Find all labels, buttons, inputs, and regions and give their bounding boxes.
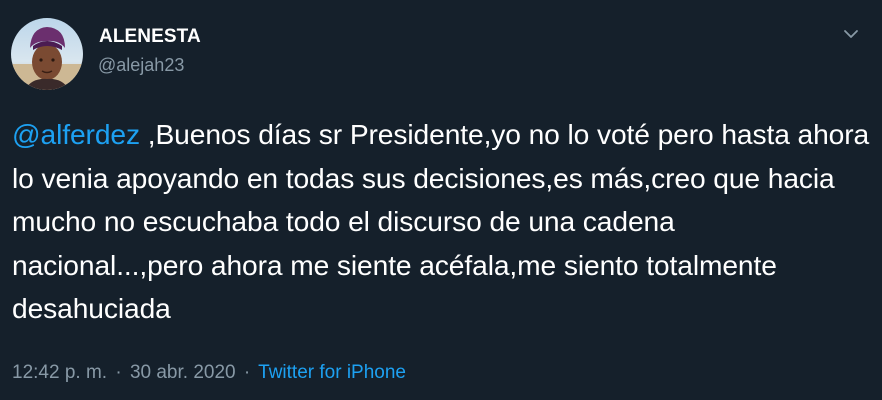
source-link[interactable]: Twitter for iPhone [258, 362, 406, 383]
tweet-meta: 12:42 p. m. · 30 abr. 2020 · Twitter for… [12, 362, 406, 384]
meta-separator: · [115, 362, 122, 383]
display-name[interactable]: ALENESTA [99, 26, 201, 48]
tweet-text: @alferdez ,Buenos días sr Presidente,yo … [12, 113, 872, 331]
tweet-time[interactable]: 12:42 p. m. [12, 362, 107, 383]
avatar-image [11, 18, 83, 90]
chevron-down-icon[interactable] [840, 25, 862, 43]
mention-link[interactable]: @alferdez [12, 118, 140, 150]
user-handle[interactable]: @alejah23 [98, 55, 184, 76]
tweet-date[interactable]: 30 abr. 2020 [130, 362, 236, 383]
tweet-body: ,Buenos días sr Presidente,yo no lo voté… [12, 118, 870, 324]
meta-separator: · [243, 362, 251, 383]
avatar[interactable] [11, 18, 83, 90]
tweet-card: ALENESTA @alejah23 @alferdez ,Buenos día… [0, 0, 882, 400]
